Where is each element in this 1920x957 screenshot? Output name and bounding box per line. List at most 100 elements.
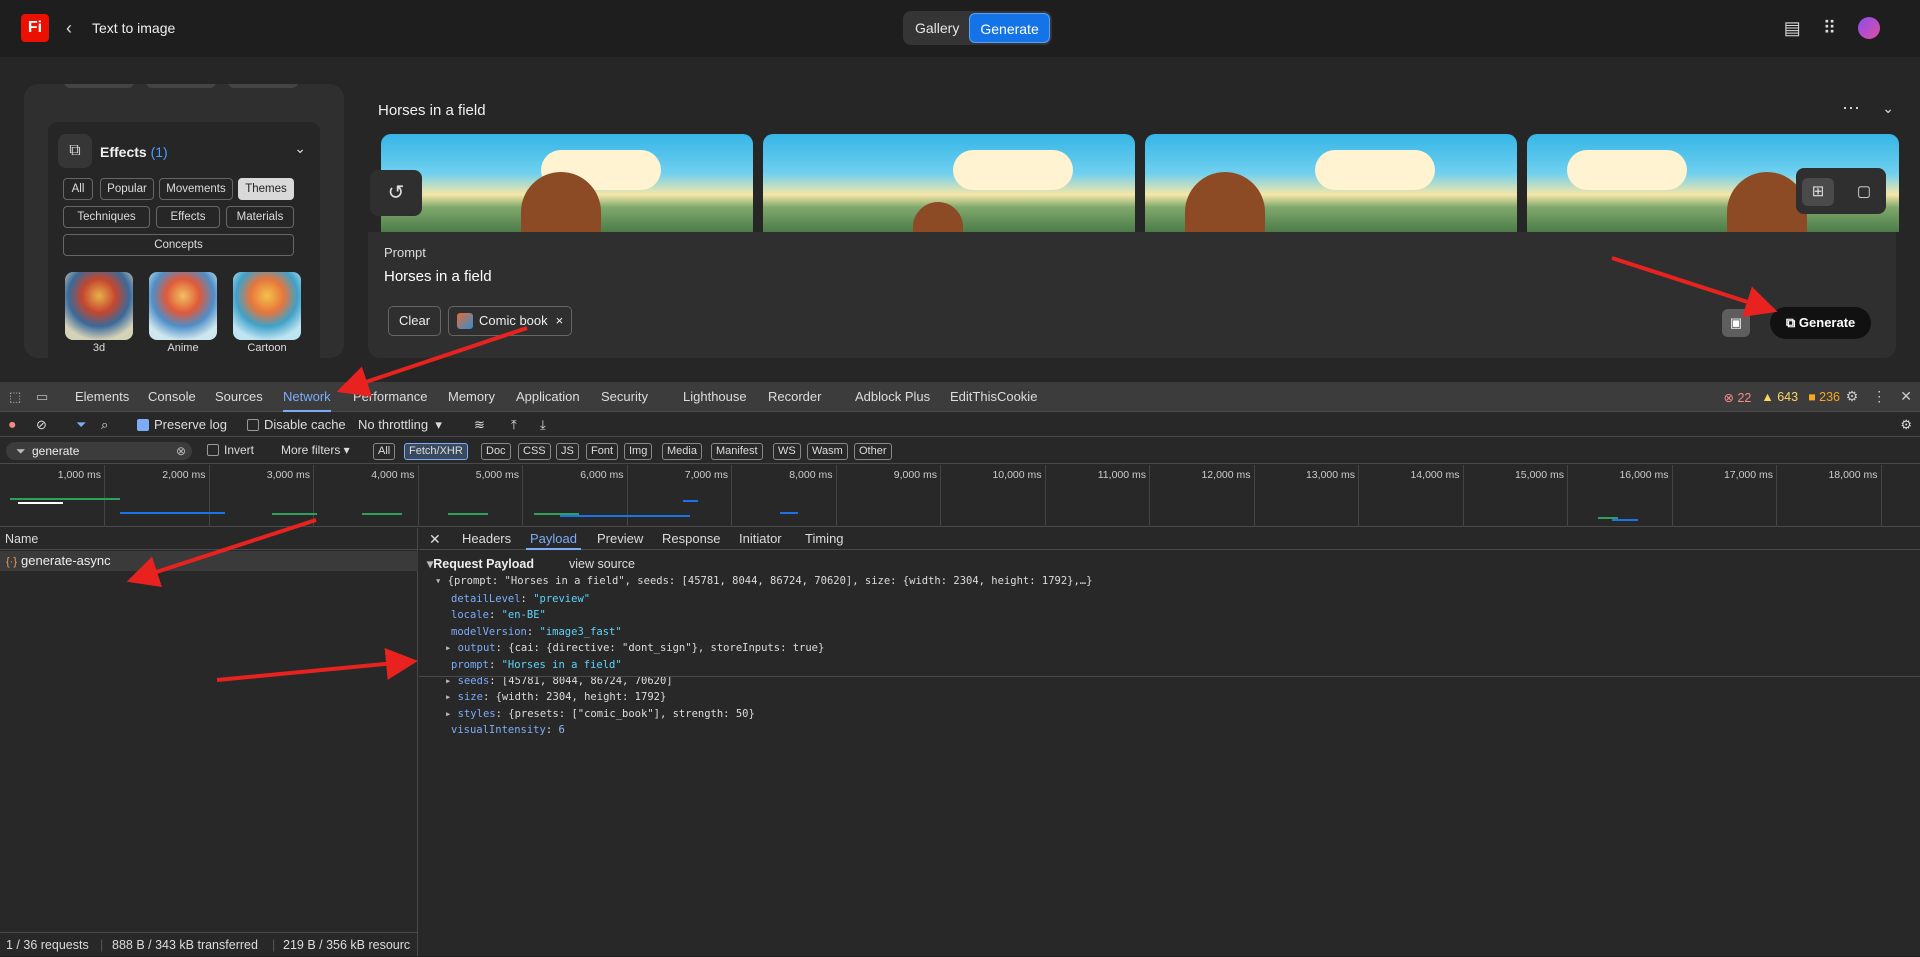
style-anime-thumbnail[interactable]	[149, 272, 217, 340]
tab-editthiscookie[interactable]: EditThisCookie	[950, 382, 1037, 412]
inspect-icon[interactable]: ⬚	[9, 389, 21, 405]
chip-concepts[interactable]: Concepts	[63, 234, 294, 256]
tab-sources[interactable]: Sources	[215, 382, 263, 412]
chip-materials[interactable]: Materials	[226, 206, 294, 228]
type-filter-wasm[interactable]: Wasm	[807, 443, 848, 460]
type-filter-fetch-xhr[interactable]: Fetch/XHR	[404, 443, 468, 460]
tab-security[interactable]: Security	[601, 382, 648, 412]
tab-console[interactable]: Console	[148, 382, 196, 412]
type-filter-ws[interactable]: WS	[773, 443, 801, 460]
generated-image[interactable]	[381, 134, 753, 232]
name-column-header[interactable]: Name	[0, 528, 418, 550]
mode-switcher: Gallery Generate	[903, 11, 1052, 45]
export-icon[interactable]: ⤓	[540, 417, 546, 433]
filter-input[interactable]: ⏷ generate ⊗	[6, 442, 192, 460]
payload-line: locale: "en-BE"	[451, 609, 546, 622]
chip-all[interactable]: All	[63, 178, 93, 200]
payload-line[interactable]: ▸ styles: {presets: ["comic_book"], stre…	[445, 708, 755, 720]
apps-grid-icon[interactable]: ⠿	[1823, 18, 1836, 39]
tab-initiator[interactable]: Initiator	[739, 528, 782, 550]
grid-view-icon[interactable]: ⊞	[1802, 178, 1834, 206]
network-timeline[interactable]: 1,000 ms 2,000 ms 3,000 ms 4,000 ms 5,000 ms…	[0, 465, 1920, 527]
reference-image-icon[interactable]: ▣	[1722, 309, 1750, 337]
tab-performance[interactable]: Performance	[353, 382, 427, 412]
type-filter-css[interactable]: CSS	[518, 443, 551, 460]
filter-icon[interactable]: ⏷	[76, 417, 86, 433]
device-toggle-icon[interactable]: ▭	[36, 389, 48, 405]
type-filter-all[interactable]: All	[373, 443, 396, 460]
invert-checkbox[interactable]: Invert	[207, 443, 254, 457]
chip-techniques[interactable]: Techniques	[63, 206, 150, 228]
tab-preview[interactable]: Preview	[597, 528, 643, 550]
issue-counters[interactable]: ⊗ 22 ▲ 643 ■ 236	[1724, 390, 1841, 405]
import-icon[interactable]: ⤒	[511, 417, 517, 433]
style-tag[interactable]: Comic book ×	[448, 306, 573, 336]
timeline-tick: 14,000 ms	[1410, 465, 1464, 527]
expand-triangle-icon: ▸	[445, 642, 458, 655]
chip-themes[interactable]: Themes	[238, 178, 294, 200]
table-row[interactable]: {·} generate-async	[0, 551, 418, 571]
prompt-input[interactable]: Horses in a field	[384, 268, 492, 285]
tab-gallery[interactable]: Gallery	[905, 13, 969, 43]
style-cartoon-thumbnail[interactable]	[233, 272, 301, 340]
network-settings-icon[interactable]: ⚙	[1900, 417, 1912, 433]
tab-adblock-plus[interactable]: Adblock Plus	[855, 382, 930, 412]
settings-gear-icon[interactable]: ⚙	[1846, 388, 1859, 405]
firefly-logo[interactable]: Fi	[21, 14, 49, 42]
generate-button[interactable]: ⧉ Generate	[1770, 307, 1872, 339]
back-chevron-icon[interactable]: ‹	[66, 18, 72, 39]
payload-line: modelVersion: "image3_fast"	[451, 625, 622, 638]
error-icon: ⊗	[1723, 391, 1734, 405]
avatar[interactable]	[1858, 17, 1880, 39]
type-filter-js[interactable]: JS	[556, 443, 579, 460]
record-stop-icon[interactable]: ⏺	[9, 417, 16, 433]
tab-payload[interactable]: Payload	[526, 528, 581, 550]
chip-effects[interactable]: Effects	[156, 206, 220, 228]
generated-image[interactable]	[1145, 134, 1517, 232]
clear-button[interactable]: Clear	[388, 306, 442, 336]
kebab-menu-icon[interactable]: ⋮	[1872, 388, 1886, 405]
more-filters-dropdown[interactable]: More filters ▾	[281, 443, 350, 457]
style-3d-thumbnail[interactable]	[65, 272, 133, 340]
tab-headers[interactable]: Headers	[462, 528, 511, 550]
payload-line[interactable]: ▸ size: {width: 2304, height: 1792}	[445, 691, 666, 703]
single-view-icon[interactable]: ▢	[1848, 178, 1880, 206]
throttling-select[interactable]: No throttling ▾	[358, 417, 442, 433]
tab-application[interactable]: Application	[516, 382, 580, 412]
tab-lighthouse[interactable]: Lighthouse	[683, 382, 747, 412]
clear-icon[interactable]: ⊘	[36, 417, 47, 433]
more-options-icon[interactable]: ⋯	[1842, 98, 1860, 119]
type-filter-font[interactable]: Font	[586, 443, 619, 460]
tab-response[interactable]: Response	[662, 528, 721, 550]
chevron-down-icon[interactable]: ⌄	[294, 140, 306, 157]
payload-line[interactable]: ▸ output: {cai: {directive: "dont_sign"}…	[445, 642, 824, 654]
view-source-link[interactable]: view source	[569, 557, 635, 571]
close-detail-icon[interactable]: ✕	[429, 528, 441, 550]
tab-network[interactable]: Network	[283, 382, 331, 412]
disable-cache-checkbox[interactable]: Disable cache	[247, 417, 346, 432]
close-icon[interactable]: ×	[556, 313, 564, 328]
tab-memory[interactable]: Memory	[448, 382, 495, 412]
search-icon[interactable]: ⌕	[101, 417, 108, 433]
tab-elements[interactable]: Elements	[75, 382, 129, 412]
tab-recorder[interactable]: Recorder	[768, 382, 821, 412]
history-icon[interactable]: ↺	[370, 170, 422, 216]
chip-popular[interactable]: Popular	[100, 178, 154, 200]
payload-summary[interactable]: ▾ {prompt: "Horses in a field", seeds: […	[435, 575, 1092, 587]
generated-image[interactable]	[763, 134, 1135, 232]
chip-movements[interactable]: Movements	[159, 178, 233, 200]
type-filter-media[interactable]: Media	[662, 443, 702, 460]
close-devtools-icon[interactable]: ✕	[1900, 388, 1912, 405]
type-filter-doc[interactable]: Doc	[481, 443, 511, 460]
wifi-icon[interactable]: ≋	[474, 417, 485, 433]
preserve-log-checkbox[interactable]: Preserve log	[137, 417, 227, 432]
tab-generate[interactable]: Generate	[969, 13, 1050, 43]
tab-timing[interactable]: Timing	[805, 528, 844, 550]
request-payload-section[interactable]: ▾Request Payload	[427, 556, 534, 571]
feedback-icon[interactable]: ▤	[1784, 18, 1801, 39]
chevron-down-icon[interactable]: ⌄	[1882, 100, 1894, 117]
type-filter-other[interactable]: Other	[854, 443, 892, 460]
type-filter-manifest[interactable]: Manifest	[711, 443, 763, 460]
type-filter-img[interactable]: Img	[624, 443, 653, 460]
clear-filter-icon[interactable]: ⊗	[176, 442, 186, 460]
